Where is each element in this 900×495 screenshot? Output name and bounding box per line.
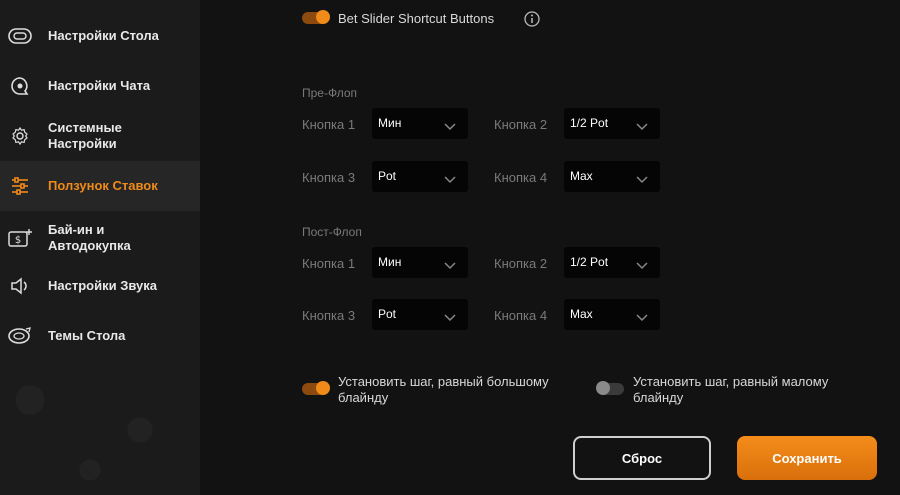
sidebar-item-system-settings[interactable]: Системные Настройки: [0, 116, 200, 156]
select-value: Мин: [378, 116, 402, 130]
preflop-button-2-label: Кнопка 2: [494, 117, 548, 132]
chat-icon: [7, 73, 33, 99]
sidebar-item-label: Темы Стола: [48, 328, 126, 343]
gear-icon: [7, 123, 33, 149]
save-button-label: Сохранить: [772, 450, 842, 466]
preflop-title: Пре-Флоп: [302, 86, 358, 100]
sidebar-item-label: Настройки Стола: [48, 28, 159, 43]
small-blind-step-label-line1: Установить шаг, равный малому: [633, 374, 829, 389]
sidebar-item-table-settings[interactable]: Настройки Стола: [0, 22, 200, 50]
preflop-button-3-label: Кнопка 3: [302, 170, 356, 185]
preflop-button-4-label: Кнопка 4: [494, 170, 548, 185]
postflop-button-3-select[interactable]: Pot: [372, 299, 468, 330]
shortcut-buttons-toggle[interactable]: [302, 10, 330, 24]
small-blind-step-toggle[interactable]: [596, 381, 624, 395]
postflop-title: Пост-Флоп: [302, 225, 362, 239]
small-blind-step-label-line2: блайнду: [633, 390, 684, 405]
select-value: 1/2 Pot: [570, 116, 609, 130]
chevron-down-icon: [636, 118, 648, 136]
reset-button[interactable]: Сброс: [573, 436, 711, 480]
toggle-knob: [596, 381, 610, 395]
postflop-button-4-select[interactable]: Max: [564, 299, 660, 330]
select-value: Pot: [378, 307, 397, 321]
postflop-button-4-label: Кнопка 4: [494, 308, 548, 323]
preflop-button-1-label: Кнопка 1: [302, 117, 356, 132]
sidebar-item-label: Ползунок Ставок: [48, 178, 158, 193]
table-theme-icon: [7, 323, 33, 349]
postflop-button-2-label: Кнопка 2: [494, 256, 548, 271]
select-value: Pot: [378, 169, 397, 183]
chevron-down-icon: [444, 309, 456, 327]
postflop-button-3-label: Кнопка 3: [302, 308, 356, 323]
svg-text:$: $: [15, 235, 21, 246]
select-value: Max: [570, 307, 593, 321]
sidebar-item-sound-settings[interactable]: Настройки Звука: [0, 272, 200, 300]
shortcut-buttons-label: Bet Slider Shortcut Buttons: [338, 11, 495, 26]
select-value: 1/2 Pot: [570, 255, 609, 269]
sidebar-item-table-themes[interactable]: Темы Стола: [0, 322, 200, 350]
sidebar-item-buyin[interactable]: $ Бай-ин и Автодокупка: [0, 218, 200, 258]
big-blind-step-label-line2: блайнду: [338, 390, 389, 405]
save-button[interactable]: Сохранить: [737, 436, 877, 480]
sidebar-item-label: Настройки Звука: [48, 278, 157, 293]
chevron-down-icon: [636, 171, 648, 189]
buyin-icon: $: [7, 225, 33, 251]
chevron-down-icon: [444, 171, 456, 189]
slider-icon: [7, 173, 33, 199]
preflop-button-3-select[interactable]: Pot: [372, 161, 468, 192]
bet-slider-settings-panel: Bet Slider Shortcut Buttons Пре-Флоп Кно…: [200, 0, 900, 495]
sidebar-item-bet-slider[interactable]: Ползунок Ставок: [0, 161, 200, 211]
preflop-button-4-select[interactable]: Max: [564, 161, 660, 192]
reset-button-label: Сброс: [621, 450, 663, 466]
big-blind-step-label-line1: Установить шаг, равный большому: [338, 374, 549, 389]
table-icon: [7, 23, 33, 49]
info-icon[interactable]: [524, 11, 540, 32]
select-value: Max: [570, 169, 593, 183]
chevron-down-icon: [444, 118, 456, 136]
toggle-knob: [316, 381, 330, 395]
postflop-button-1-select[interactable]: Мин: [372, 247, 468, 278]
speaker-icon: [7, 273, 33, 299]
sidebar-item-chat-settings[interactable]: Настройки Чата: [0, 72, 200, 100]
chevron-down-icon: [636, 257, 648, 275]
chevron-down-icon: [444, 257, 456, 275]
sidebar-item-label: Бай-ин и Автодокупка: [48, 222, 131, 253]
postflop-button-1-label: Кнопка 1: [302, 256, 356, 271]
sidebar: Настройки Стола Настройки Чата Системные…: [0, 0, 200, 495]
preflop-button-1-select[interactable]: Мин: [372, 108, 468, 139]
chevron-down-icon: [636, 309, 648, 327]
select-value: Мин: [378, 255, 402, 269]
big-blind-step-toggle[interactable]: [302, 381, 330, 395]
sidebar-item-label: Системные Настройки: [48, 120, 122, 151]
sidebar-item-label: Настройки Чата: [48, 78, 151, 93]
toggle-knob: [316, 10, 330, 24]
preflop-button-2-select[interactable]: 1/2 Pot: [564, 108, 660, 139]
postflop-button-2-select[interactable]: 1/2 Pot: [564, 247, 660, 278]
